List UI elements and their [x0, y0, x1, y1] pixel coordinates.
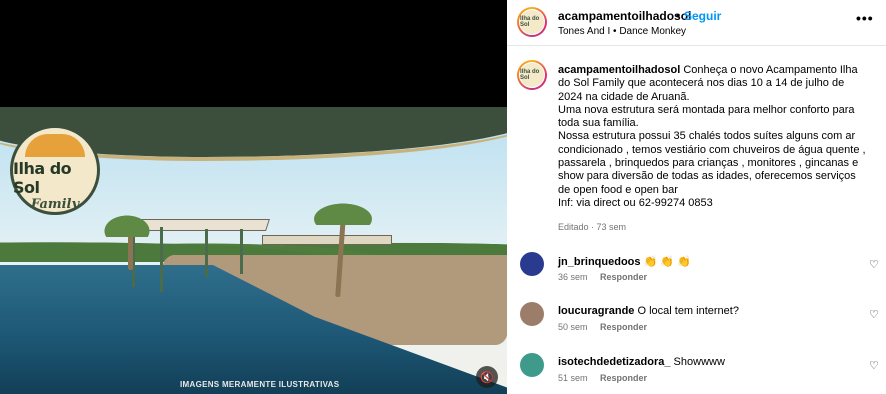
- palm-leaves: [92, 207, 162, 237]
- more-options-icon[interactable]: •••: [856, 10, 874, 26]
- comment-text: isotechdedetizadora_ Showwww: [558, 356, 725, 368]
- audio-track[interactable]: Tones And I • Dance Monkey: [558, 26, 686, 37]
- comment-meta: 36 sem Responder: [558, 272, 657, 282]
- comment-time: 51 sem: [558, 373, 588, 383]
- comment-body: O local tem internet?: [637, 305, 739, 317]
- caption-line: Uma nova estrutura será montada para mel…: [558, 103, 855, 130]
- logo-name: Ilha do Sol: [13, 159, 72, 197]
- media-disclaimer: IMAGENS MERAMENTE ILUSTRATIVAS: [180, 380, 340, 389]
- pergola-post: [240, 229, 243, 274]
- commenter-avatar[interactable]: [520, 302, 544, 326]
- comment-body: 👏 👏 👏: [643, 256, 691, 268]
- follow-button[interactable]: Seguir: [684, 9, 721, 23]
- reply-button[interactable]: Responder: [600, 272, 647, 282]
- comment-username[interactable]: loucuragrande: [558, 305, 634, 317]
- reply-button[interactable]: Responder: [600, 373, 647, 383]
- author-avatar[interactable]: Ilha do Sol: [517, 7, 547, 37]
- comment-item: isotechdedetizadora_ Showwww 51 sem Resp…: [507, 353, 886, 391]
- comment-meta: 51 sem Responder: [558, 373, 657, 383]
- comment-time: 36 sem: [558, 272, 588, 282]
- edited-timestamp: Editado · 73 sem: [558, 222, 627, 232]
- comment-username[interactable]: isotechdedetizadora_: [558, 356, 670, 368]
- commenter-avatar[interactable]: [520, 252, 544, 276]
- comment-body: Showwww: [673, 356, 725, 368]
- avatar-logo: Ilha do Sol: [519, 9, 545, 35]
- like-heart-icon[interactable]: ♡: [869, 359, 879, 372]
- palm-leaves: [298, 195, 388, 225]
- author-username[interactable]: acampamentoilhadosol: [558, 9, 691, 23]
- comment-text: jn_brinquedoos 👏 👏 👏: [558, 255, 691, 268]
- post-sidebar: Ilha do Sol acampamentoilhadosol • Segui…: [507, 0, 886, 394]
- comment-time: 50 sem: [558, 322, 588, 332]
- post-caption: acampamentoilhadosol Conheça o novo Acam…: [558, 64, 868, 210]
- reply-button[interactable]: Responder: [600, 322, 647, 332]
- speaker-muted-icon: 🔇: [480, 371, 494, 384]
- media-image: Ilha do Sol Family IMAGENS MERAMENTE ILU…: [0, 107, 507, 394]
- pavilion-roof: [262, 235, 392, 245]
- caption-line: Nossa estrutura possui 35 chalés todos s…: [558, 130, 866, 196]
- caption-username[interactable]: acampamentoilhadosol: [558, 64, 680, 76]
- comment-text: loucuragrande O local tem internet?: [558, 305, 739, 317]
- comment-item: jn_brinquedoos 👏 👏 👏 36 sem Responder ♡: [507, 252, 886, 290]
- comment-meta: 50 sem Responder: [558, 322, 657, 332]
- comment-item: loucuragrande O local tem internet? 50 s…: [507, 302, 886, 340]
- like-heart-icon[interactable]: ♡: [869, 258, 879, 271]
- comment-username[interactable]: jn_brinquedoos: [558, 256, 641, 268]
- post-media[interactable]: Ilha do Sol Family IMAGENS MERAMENTE ILU…: [0, 0, 507, 394]
- post-header: Ilha do Sol acampamentoilhadosol • Segui…: [507, 0, 886, 46]
- caption-avatar[interactable]: Ilha do Sol: [517, 60, 547, 90]
- pergola-post: [205, 229, 208, 277]
- ilha-do-sol-logo: Ilha do Sol Family: [10, 125, 100, 215]
- logo-family: Family: [30, 197, 80, 212]
- caption-line: Inf: via direct ou 62-99274 0853: [558, 196, 713, 209]
- sun-icon: [25, 134, 85, 157]
- commenter-avatar[interactable]: [520, 353, 544, 377]
- mute-button[interactable]: 🔇: [476, 366, 498, 388]
- avatar-logo: Ilha do Sol: [519, 62, 545, 88]
- separator-dot: •: [676, 9, 681, 23]
- like-heart-icon[interactable]: ♡: [869, 308, 879, 321]
